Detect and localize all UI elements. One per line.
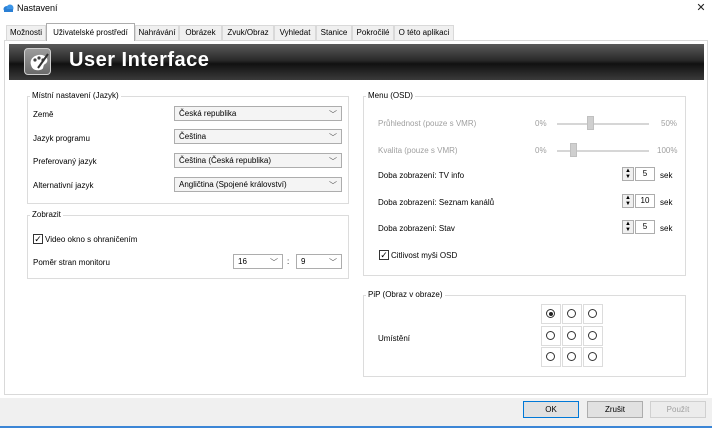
country-label: Země (33, 110, 54, 119)
pip-radio-middle-center[interactable] (567, 331, 576, 340)
pip-position-middle-left (541, 326, 561, 346)
pip-position-top-center (562, 304, 582, 324)
status-unit: sek (660, 224, 673, 233)
tab-o-teto-aplikaci[interactable]: O této aplikaci (394, 25, 454, 40)
pip-position-bottom-center (562, 347, 582, 367)
preferred-language-select[interactable]: Čeština (Česká republika) ﹀ (174, 153, 342, 168)
country-value: Česká republika (179, 109, 237, 118)
preferred-language-value: Čeština (Česká republika) (179, 156, 272, 165)
spin-down-icon[interactable]: ▼ (623, 227, 633, 233)
tv-info-spinner[interactable]: ▲ ▼ (622, 167, 634, 181)
pip-radio-top-left[interactable] (546, 309, 555, 318)
transparency-min: 0% (535, 119, 547, 128)
apply-button[interactable]: Použít (650, 401, 706, 418)
video-border-checkbox[interactable]: ✓ (33, 234, 43, 244)
channel-list-spinner[interactable]: ▲ ▼ (622, 194, 634, 208)
status-spinner[interactable]: ▲ ▼ (622, 220, 634, 234)
pip-position-middle-center (562, 326, 582, 346)
program-language-select[interactable]: Čeština ﹀ (174, 129, 342, 144)
title-bar (0, 0, 712, 17)
chevron-down-icon: ﹀ (329, 133, 337, 142)
osd-mouse-checkbox[interactable]: ✓ (379, 250, 389, 260)
alternative-language-select[interactable]: Angličtina (Spojené království) ﹀ (174, 177, 342, 192)
aspect-width-value: 16 (238, 257, 247, 266)
aspect-height-select[interactable]: 9 ﹀ (296, 254, 342, 269)
channel-list-duration-input[interactable]: 10 (635, 194, 655, 208)
tv-info-duration-input[interactable]: 5 (635, 167, 655, 181)
quality-max: 100% (657, 146, 678, 155)
display-group (27, 215, 349, 279)
alternative-language-value: Angličtina (Spojené království) (179, 180, 287, 189)
video-border-label: Video okno s ohraničením (45, 235, 138, 244)
tv-info-duration-label: Doba zobrazení: TV info (378, 171, 465, 180)
transparency-label: Průhlednost (pouze s VMR) (378, 119, 477, 128)
pip-position-bottom-left (541, 347, 561, 367)
pip-position-bottom-right (583, 347, 603, 367)
pip-radio-bottom-center[interactable] (567, 352, 576, 361)
language-group-title: Místní nastavení (Jazyk) (30, 91, 121, 100)
chevron-down-icon: ﹀ (329, 181, 337, 190)
pip-position-top-left (541, 304, 561, 324)
alternative-language-label: Alternativní jazyk (33, 181, 94, 190)
transparency-slider-track (557, 123, 649, 125)
ok-button[interactable]: OK (523, 401, 579, 418)
pip-position-middle-right (583, 326, 603, 346)
channel-list-unit: sek (660, 198, 673, 207)
spin-down-icon[interactable]: ▼ (623, 174, 633, 180)
banner-title: User Interface (69, 49, 210, 71)
status-duration-label: Doba zobrazení: Stav (378, 224, 455, 233)
pip-radio-bottom-right[interactable] (588, 352, 597, 361)
pip-group (363, 295, 686, 377)
aspect-height-value: 9 (301, 257, 306, 266)
pip-radio-top-right[interactable] (588, 309, 597, 318)
aspect-separator: : (287, 257, 290, 266)
quality-label: Kvalita (pouze s VMR) (378, 146, 458, 155)
display-group-title: Zobrazit (30, 210, 63, 219)
osd-mouse-label: Citlivost myši OSD (391, 251, 458, 260)
transparency-slider-thumb[interactable] (586, 116, 594, 130)
aspect-ratio-label: Poměr stran monitoru (33, 258, 110, 267)
tv-info-unit: sek (660, 171, 673, 180)
tab-pokrocile[interactable]: Pokročilé (352, 25, 394, 40)
tab-obrazek[interactable]: Obrázek (179, 25, 222, 40)
tab-zvuk-obraz[interactable]: Zvuk/Obraz (222, 25, 274, 40)
tab-stanice[interactable]: Stanice (316, 25, 352, 40)
preferred-language-label: Preferovaný jazyk (33, 157, 97, 166)
country-select[interactable]: Česká republika ﹀ (174, 106, 342, 121)
chevron-down-icon: ﹀ (270, 258, 278, 267)
status-duration-input[interactable]: 5 (635, 220, 655, 234)
channel-list-duration-label: Doba zobrazení: Seznam kanálů (378, 198, 495, 207)
pip-radio-middle-left[interactable] (546, 331, 555, 340)
pip-group-title: PiP (Obraz v obraze) (366, 290, 445, 299)
app-cloud-icon (3, 4, 14, 12)
tab-nahravani[interactable]: Nahrávání (135, 25, 179, 40)
transparency-max: 50% (661, 119, 678, 128)
quality-min: 0% (535, 146, 547, 155)
pip-radio-middle-right[interactable] (588, 331, 597, 340)
tab-vyhledat[interactable]: Vyhledat (274, 25, 316, 40)
chevron-down-icon: ﹀ (329, 157, 337, 166)
pip-radio-bottom-left[interactable] (546, 352, 555, 361)
cancel-button[interactable]: Zrušit (587, 401, 643, 418)
tab-strip: Možnosti Uživatelské prostředí Nahrávání… (0, 23, 712, 41)
aspect-width-select[interactable]: 16 ﹀ (233, 254, 283, 269)
close-icon[interactable]: ✕ (694, 1, 708, 15)
program-language-value: Čeština (179, 132, 207, 141)
tab-uzivatelske-prostredi[interactable]: Uživatelské prostředí (46, 23, 135, 41)
pip-position-top-right (583, 304, 603, 324)
tab-moznosti[interactable]: Možnosti (6, 25, 46, 40)
quality-slider-thumb[interactable] (569, 143, 577, 157)
pip-radio-top-center[interactable] (567, 309, 576, 318)
chevron-down-icon: ﹀ (329, 110, 337, 119)
chevron-down-icon: ﹀ (329, 258, 337, 267)
pip-position-label: Umístění (378, 334, 411, 343)
palette-icon (24, 48, 51, 75)
program-language-label: Jazyk programu (33, 134, 90, 143)
spin-down-icon[interactable]: ▼ (623, 201, 633, 207)
osd-group-title: Menu (OSD) (366, 91, 415, 100)
window-title: Nastavení (17, 3, 58, 13)
